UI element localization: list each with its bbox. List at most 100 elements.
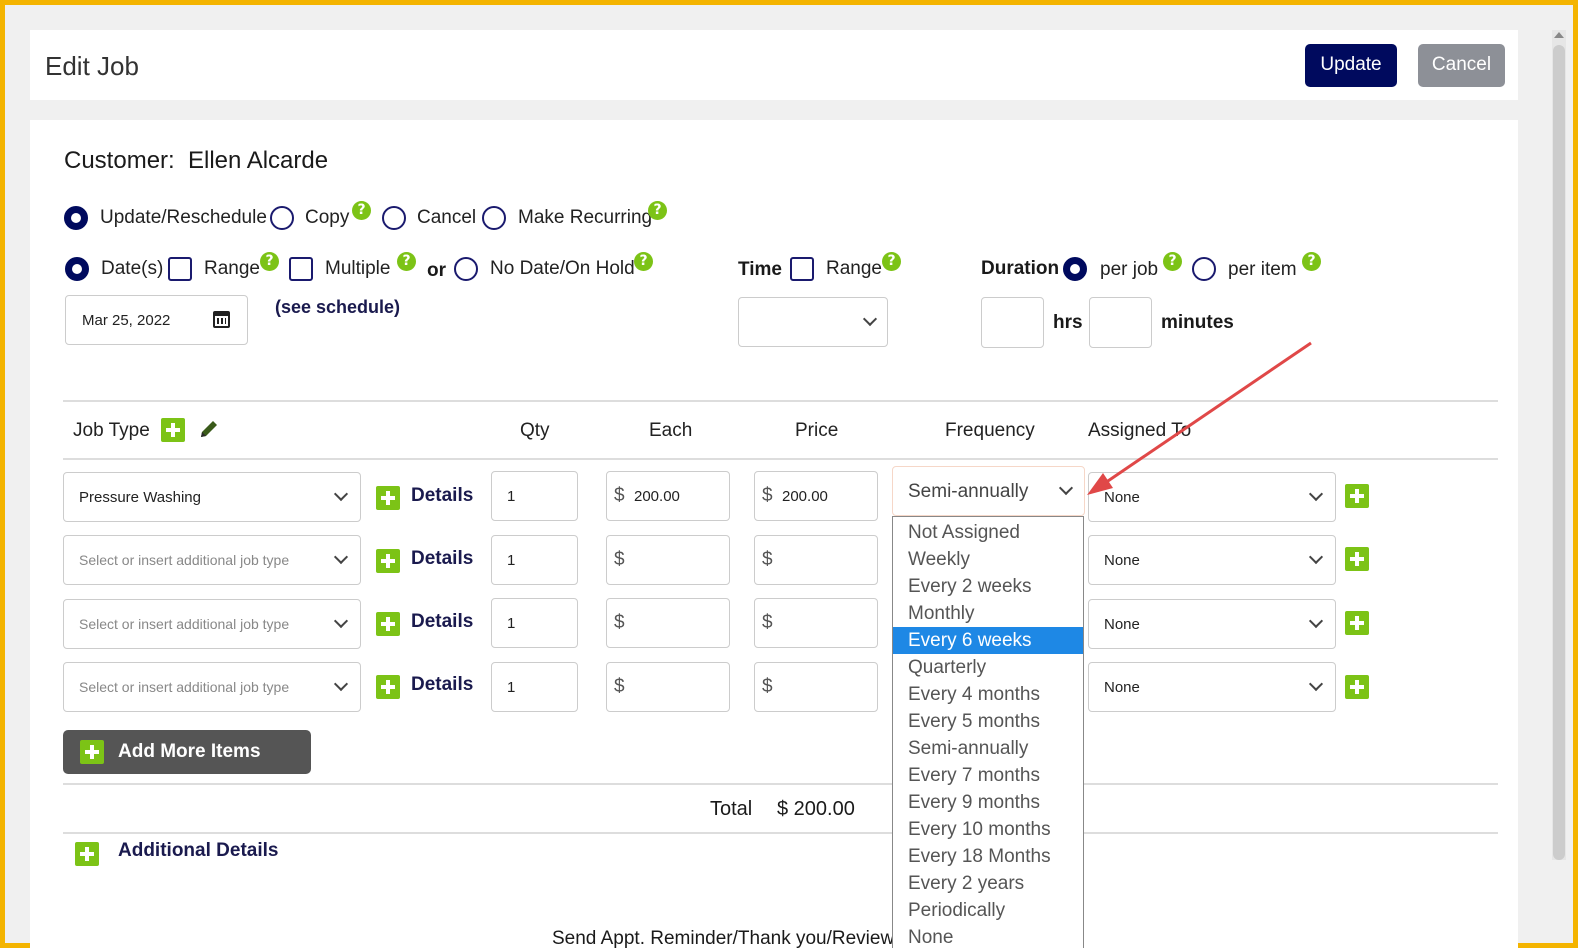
see-schedule-link[interactable]: (see schedule) <box>275 297 400 318</box>
dollar-sign: $ <box>614 676 625 697</box>
job-type-placeholder: Select or insert additional job type <box>79 552 290 568</box>
add-more-items-button[interactable]: Add More Items <box>63 730 311 774</box>
option-weekly[interactable]: Weekly <box>893 546 1083 573</box>
copy-help-icon[interactable]: ? <box>352 201 371 220</box>
dollar-sign: $ <box>762 612 773 633</box>
qty-input[interactable]: 1 <box>491 662 578 712</box>
no-date-help-icon[interactable]: ? <box>634 252 653 271</box>
qty-value: 1 <box>507 488 516 505</box>
duration-minutes-input[interactable] <box>1089 297 1152 348</box>
cancel-button[interactable]: Cancel <box>1418 44 1505 87</box>
radio-copy[interactable] <box>270 206 294 230</box>
duration-hours-input[interactable] <box>981 297 1044 348</box>
each-input[interactable]: $ <box>606 535 730 585</box>
qty-input[interactable]: 1 <box>491 598 578 648</box>
job-type-select[interactable]: Select or insert additional job type <box>63 535 361 585</box>
details-link[interactable]: Details <box>411 548 473 570</box>
edit-pencil-icon[interactable] <box>197 417 221 441</box>
time-range-label: Range <box>826 258 882 279</box>
option-periodically[interactable]: Periodically <box>893 897 1083 924</box>
make-recurring-help-icon[interactable]: ? <box>648 201 667 220</box>
page-title: Edit Job <box>45 51 139 81</box>
update-button[interactable]: Update <box>1305 44 1397 87</box>
option-not-assigned[interactable]: Not Assigned <box>893 519 1083 546</box>
chevron-down-icon <box>1058 480 1074 496</box>
option-every-4-months[interactable]: Every 4 months <box>893 681 1083 708</box>
radio-per-job[interactable] <box>1063 257 1087 281</box>
option-every-5-months[interactable]: Every 5 months <box>893 708 1083 735</box>
assigned-select[interactable]: None <box>1088 472 1336 522</box>
col-job-type: Job Type <box>73 420 150 441</box>
option-every-18-months[interactable]: Every 18 Months <box>893 843 1083 870</box>
details-link[interactable]: Details <box>411 674 473 696</box>
minutes-label: minutes <box>1161 312 1234 333</box>
add-details-icon[interactable] <box>376 549 400 573</box>
radio-dates[interactable] <box>65 257 89 281</box>
option-every-2-weeks[interactable]: Every 2 weeks <box>893 573 1083 600</box>
time-range-help-icon[interactable]: ? <box>882 252 901 271</box>
job-type-select[interactable]: Select or insert additional job type <box>63 662 361 712</box>
additional-details-link[interactable]: Additional Details <box>118 840 278 862</box>
price-input[interactable]: $ <box>754 662 878 712</box>
qty-input[interactable]: 1 <box>491 471 578 521</box>
per-item-help-icon[interactable]: ? <box>1302 252 1321 271</box>
option-every-2-years[interactable]: Every 2 years <box>893 870 1083 897</box>
additional-details-icon[interactable] <box>75 842 99 866</box>
radio-no-date[interactable] <box>454 257 478 281</box>
multiple-checkbox[interactable] <box>289 257 313 281</box>
scroll-up-arrow-icon[interactable] <box>1554 32 1564 38</box>
add-job-type-icon[interactable] <box>161 418 185 442</box>
multiple-help-icon[interactable]: ? <box>397 252 416 271</box>
option-monthly[interactable]: Monthly <box>893 600 1083 627</box>
radio-per-item[interactable] <box>1192 257 1216 281</box>
add-assignee-icon[interactable] <box>1345 675 1369 699</box>
radio-cancel[interactable] <box>382 206 406 230</box>
add-assignee-icon[interactable] <box>1345 547 1369 571</box>
add-details-icon[interactable] <box>376 675 400 699</box>
range-help-icon[interactable]: ? <box>260 252 279 271</box>
radio-update-reschedule[interactable] <box>64 206 88 230</box>
divider <box>63 400 1498 402</box>
option-every-9-months[interactable]: Every 9 months <box>893 789 1083 816</box>
details-link[interactable]: Details <box>411 611 473 633</box>
radio-make-recurring[interactable] <box>482 206 506 230</box>
option-quarterly[interactable]: Quarterly <box>893 654 1083 681</box>
price-input[interactable]: $ 200.00 <box>754 471 878 521</box>
option-semi-annually[interactable]: Semi-annually <box>893 735 1083 762</box>
assigned-select[interactable]: None <box>1088 535 1336 585</box>
divider <box>63 832 1498 834</box>
price-input[interactable]: $ <box>754 598 878 648</box>
duration-label: Duration <box>981 258 1060 279</box>
job-type-select[interactable]: Select or insert additional job type <box>63 599 361 649</box>
details-link[interactable]: Details <box>411 485 473 507</box>
per-item-label: per item <box>1228 259 1297 280</box>
date-input[interactable]: Mar 25, 2022 <box>65 295 248 345</box>
option-every-10-months[interactable]: Every 10 months <box>893 816 1083 843</box>
chevron-down-icon <box>862 311 878 327</box>
per-job-help-icon[interactable]: ? <box>1163 252 1182 271</box>
assigned-select[interactable]: None <box>1088 662 1336 712</box>
option-every-6-weeks[interactable]: Every 6 weeks <box>893 627 1083 654</box>
each-input[interactable]: $ 200.00 <box>606 471 730 521</box>
qty-value: 1 <box>507 679 516 696</box>
calendar-icon[interactable] <box>213 311 230 328</box>
frequency-select[interactable]: Semi-annually <box>892 466 1085 516</box>
scrollbar-thumb[interactable] <box>1553 45 1565 860</box>
job-type-select[interactable]: Pressure Washing <box>63 472 361 522</box>
add-details-icon[interactable] <box>376 486 400 510</box>
price-input[interactable]: $ <box>754 535 878 585</box>
range-checkbox[interactable] <box>168 257 192 281</box>
add-assignee-icon[interactable] <box>1345 611 1369 635</box>
qty-input[interactable]: 1 <box>491 535 578 585</box>
each-input[interactable]: $ <box>606 598 730 648</box>
assigned-select[interactable]: None <box>1088 599 1336 649</box>
option-every-7-months[interactable]: Every 7 months <box>893 762 1083 789</box>
time-range-checkbox[interactable] <box>790 257 814 281</box>
col-qty: Qty <box>520 420 550 441</box>
add-details-icon[interactable] <box>376 612 400 636</box>
chevron-down-icon <box>1308 486 1324 502</box>
add-assignee-icon[interactable] <box>1345 484 1369 508</box>
each-input[interactable]: $ <box>606 662 730 712</box>
option-none[interactable]: None <box>893 924 1083 948</box>
time-select[interactable] <box>738 297 888 347</box>
